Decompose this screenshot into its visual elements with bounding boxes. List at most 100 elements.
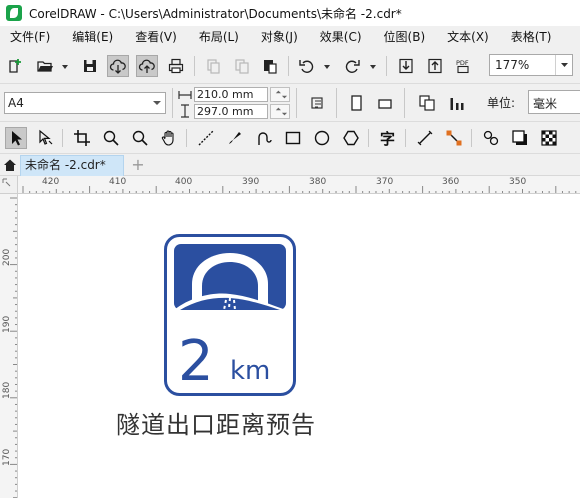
page-height-field[interactable]: 297.0 mm xyxy=(194,104,268,119)
add-document-tab-icon[interactable]: + xyxy=(128,156,148,174)
hruler-label: 360 xyxy=(442,177,460,187)
toolbar-separator xyxy=(405,129,406,147)
zoom-level-select[interactable]: 177% xyxy=(489,54,573,76)
menu-bitmaps[interactable]: 位图(B) xyxy=(362,26,426,48)
standard-toolbar: PDF 177% xyxy=(0,48,580,84)
menu-text[interactable]: 文本(X) xyxy=(425,26,489,48)
menu-edit[interactable]: 编辑(E) xyxy=(50,26,113,48)
artistic-media-tool-icon[interactable] xyxy=(224,127,246,149)
pdf-label: PDF xyxy=(456,59,469,67)
page-setup-icon[interactable] xyxy=(306,92,328,114)
open-dropdown-chevron-icon[interactable] xyxy=(61,63,69,71)
current-page-icon[interactable] xyxy=(446,92,468,114)
drawing-canvas[interactable]: 2 km 隧道出口距离预告 xyxy=(18,194,580,498)
zoom-dropdown-chevron-icon[interactable] xyxy=(555,55,572,75)
page-height-stepper[interactable] xyxy=(270,104,290,119)
connector-tool-icon[interactable] xyxy=(443,127,465,149)
toolbar-separator xyxy=(172,88,173,118)
property-bar: A4 210.0 mm 297.0 mm 单位: 毫米 xyxy=(0,84,580,122)
units-select[interactable]: 毫米 xyxy=(528,90,580,114)
publish-pdf-icon[interactable]: PDF xyxy=(453,55,475,77)
export-icon[interactable] xyxy=(424,55,446,77)
coreldraw-logo-icon xyxy=(6,5,22,21)
svg-text:字: 字 xyxy=(380,130,395,147)
units-label: 单位: xyxy=(487,96,516,110)
cloud-download-icon[interactable] xyxy=(107,55,129,77)
hruler-label: 350 xyxy=(509,177,527,187)
horizontal-ruler-ticks xyxy=(22,186,577,193)
parallel-dimension-tool-icon[interactable] xyxy=(414,127,436,149)
sign-caption[interactable]: 隧道出口距离预告 xyxy=(116,405,316,440)
page-width-stepper[interactable] xyxy=(270,87,290,102)
undo-icon[interactable] xyxy=(296,55,318,77)
crop-tool-icon[interactable] xyxy=(71,127,93,149)
ellipse-tool-icon[interactable] xyxy=(311,127,333,149)
toolbar-separator xyxy=(194,56,195,76)
menu-table[interactable]: 表格(T) xyxy=(489,26,552,48)
bezier-curve-tool-icon[interactable] xyxy=(253,127,275,149)
copy-icon[interactable] xyxy=(231,55,253,77)
redo-icon[interactable] xyxy=(341,55,363,77)
paper-size-value: A4 xyxy=(8,96,24,110)
zoom-tool-icon[interactable] xyxy=(100,127,122,149)
menu-file[interactable]: 文件(F) xyxy=(0,26,50,48)
undo-dropdown-chevron-icon[interactable] xyxy=(323,63,331,71)
cut-icon[interactable] xyxy=(202,55,224,77)
toolbox: 字 xyxy=(0,122,580,154)
page-width-field[interactable]: 210.0 mm xyxy=(194,87,268,102)
menu-bar: 文件(F) 编辑(E) 查看(V) 布局(L) 对象(J) 效果(C) 位图(B… xyxy=(0,26,580,48)
toolbar-separator xyxy=(336,88,337,118)
portrait-orientation-icon[interactable] xyxy=(345,92,367,114)
rectangle-tool-icon[interactable] xyxy=(282,127,304,149)
freehand-tool-icon[interactable] xyxy=(195,127,217,149)
save-icon[interactable] xyxy=(79,55,101,77)
toolbar-separator xyxy=(404,88,405,118)
pick-tool-icon[interactable] xyxy=(5,127,27,149)
print-icon[interactable] xyxy=(165,55,187,77)
ruler-origin-corner[interactable] xyxy=(0,176,18,194)
all-pages-icon[interactable] xyxy=(416,92,438,114)
landscape-orientation-icon[interactable] xyxy=(374,92,396,114)
zoom-out-tool-icon[interactable] xyxy=(129,127,151,149)
pan-tool-icon[interactable] xyxy=(158,127,180,149)
menu-layout[interactable]: 布局(L) xyxy=(177,26,239,48)
hruler-label: 380 xyxy=(309,177,327,187)
distance-number: 2 xyxy=(178,329,214,394)
horizontal-ruler[interactable]: 420 410 400 390 380 370 360 350 xyxy=(18,176,580,194)
open-folder-icon[interactable] xyxy=(34,55,56,77)
document-tab-bar: 未命名 -2.cdr* + xyxy=(0,154,580,176)
title-bar: CorelDRAW - C:\Users\Administrator\Docum… xyxy=(0,0,580,26)
menu-object[interactable]: 对象(J) xyxy=(239,26,298,48)
menu-view[interactable]: 查看(V) xyxy=(113,26,177,48)
paper-size-chevron-icon[interactable] xyxy=(149,93,165,113)
menu-effects[interactable]: 效果(C) xyxy=(298,26,362,48)
distance-unit: km xyxy=(230,356,270,386)
document-tab[interactable]: 未命名 -2.cdr* xyxy=(20,155,124,176)
hruler-label: 410 xyxy=(109,177,127,187)
polygon-tool-icon[interactable] xyxy=(340,127,362,149)
paper-size-select[interactable]: A4 xyxy=(4,92,166,114)
home-icon[interactable] xyxy=(0,154,20,176)
hruler-label: 390 xyxy=(242,177,260,187)
vertical-ruler[interactable]: 200 190 180 170 xyxy=(0,194,18,498)
blend-tool-icon[interactable] xyxy=(480,127,502,149)
vruler-label: 200 xyxy=(2,248,12,266)
window-title: CorelDRAW - C:\Users\Administrator\Docum… xyxy=(29,6,402,21)
hruler-label: 400 xyxy=(175,177,193,187)
width-icon xyxy=(178,91,192,99)
new-document-icon[interactable] xyxy=(5,55,27,77)
paste-icon[interactable] xyxy=(259,55,281,77)
units-value: 毫米 xyxy=(533,97,558,111)
toolbar-separator xyxy=(471,129,472,147)
redo-dropdown-chevron-icon[interactable] xyxy=(369,63,377,71)
vruler-label: 180 xyxy=(2,381,12,399)
transparency-tool-icon[interactable] xyxy=(538,127,560,149)
tunnel-exit-sign-graphic[interactable]: 2 km xyxy=(164,234,296,396)
drop-shadow-tool-icon[interactable] xyxy=(509,127,531,149)
import-icon[interactable] xyxy=(395,55,417,77)
shape-tool-icon[interactable] xyxy=(34,127,56,149)
text-tool-icon[interactable]: 字 xyxy=(377,127,399,149)
hruler-label: 420 xyxy=(42,177,60,187)
cloud-upload-icon[interactable] xyxy=(136,55,158,77)
toolbar-separator xyxy=(386,56,387,76)
